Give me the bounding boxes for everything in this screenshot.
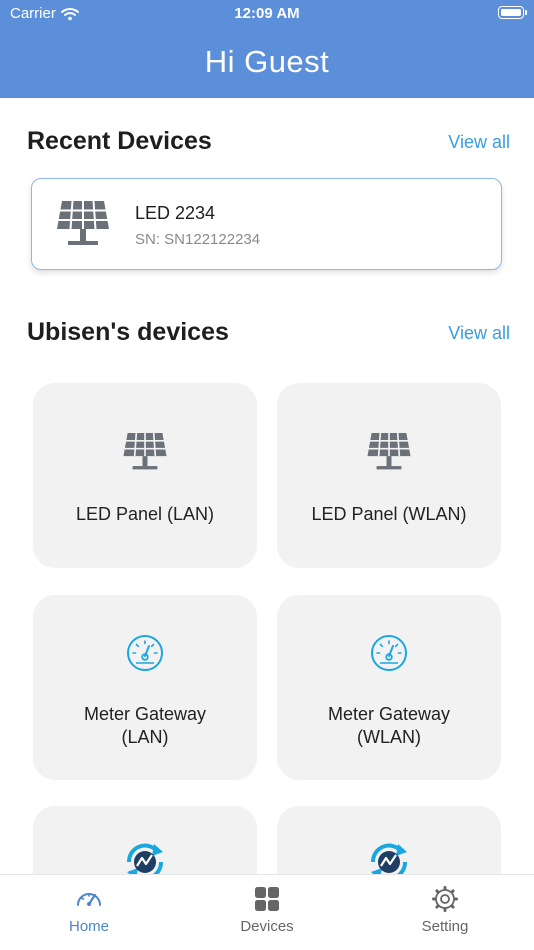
device-tile-label: LED Panel (LAN) xyxy=(75,504,215,524)
tab-label: Devices xyxy=(240,918,294,935)
tab-label: Home xyxy=(68,918,109,935)
recent-devices-title: Recent Devices xyxy=(27,127,212,155)
battery-icon xyxy=(498,6,527,19)
device-tile-label: LED Panel (WLAN) xyxy=(311,504,467,524)
solar-panel-icon xyxy=(123,432,167,470)
device-tile-meter-gateway-lan[interactable]: Meter Gateway (LAN) xyxy=(33,595,257,780)
tab-bar: Home Devices Setting xyxy=(0,874,534,950)
tab-setting[interactable]: Setting xyxy=(356,875,534,950)
device-tile-meter-gateway-wlan[interactable]: Meter Gateway (WLAN) xyxy=(277,595,501,780)
recent-device-card[interactable]: LED 2234 SN: SN122122234 xyxy=(31,178,502,270)
device-grid: LED Panel (LAN) LED Panel (WLAN) Meter G… xyxy=(0,370,534,874)
device-tile-led-panel-wlan[interactable]: LED Panel (WLAN) xyxy=(277,383,501,568)
device-tile-label: Meter Gateway (LAN) xyxy=(83,704,207,747)
device-tile-led-panel-lan[interactable]: LED Panel (LAN) xyxy=(33,383,257,568)
tab-home[interactable]: Home xyxy=(0,875,178,950)
gear-icon xyxy=(432,886,458,912)
tab-devices[interactable]: Devices xyxy=(178,875,356,950)
recent-device-name: LED 2234 xyxy=(135,203,216,223)
tab-label: Setting xyxy=(421,918,469,935)
speedometer-icon xyxy=(77,893,101,906)
sync-chart-icon xyxy=(126,843,164,874)
recent-device-serial: SN: SN122122234 xyxy=(135,231,261,248)
recent-view-all-link[interactable]: View all xyxy=(448,132,510,153)
solar-panel-icon xyxy=(367,432,411,470)
gauge-icon xyxy=(371,635,407,671)
device-tile-sync-2[interactable] xyxy=(277,806,501,874)
gauge-icon xyxy=(127,635,163,671)
devices-view-all-link[interactable]: View all xyxy=(448,323,510,344)
clock: 12:09 AM xyxy=(234,5,300,22)
page-title: Hi Guest xyxy=(204,44,330,79)
ubisen-devices-title: Ubisen's devices xyxy=(27,318,229,346)
device-tile-sync-1[interactable] xyxy=(33,806,257,874)
status-bar: Carrier 12:09 AM xyxy=(0,0,534,28)
solar-panel-icon xyxy=(57,200,109,245)
device-tile-label: Meter Gateway (WLAN) xyxy=(327,704,451,747)
sync-chart-icon xyxy=(370,843,408,874)
app-screen: Carrier 12:09 AM Hi Guest Recent Devices… xyxy=(0,0,534,950)
header: Carrier 12:09 AM Hi Guest xyxy=(0,0,534,98)
grid-icon xyxy=(255,887,279,911)
